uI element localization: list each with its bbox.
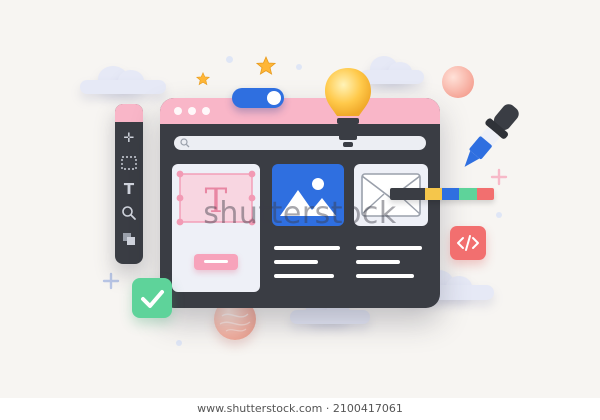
sphere-decoration xyxy=(442,66,474,98)
lightbulb-icon xyxy=(325,68,371,147)
checkmark-icon xyxy=(141,290,164,308)
cloud-top-left xyxy=(80,66,166,94)
content-line xyxy=(274,260,318,264)
footer-bar: www.shutterstock.com · 2100417061 xyxy=(0,398,600,420)
content-line xyxy=(274,246,340,250)
window-dot[interactable] xyxy=(174,107,182,115)
watermark: shutterstock xyxy=(203,196,397,231)
content-line xyxy=(356,274,414,278)
content-line xyxy=(274,274,334,278)
tools-panel: ✛ T xyxy=(115,104,143,264)
search-input[interactable] xyxy=(174,136,426,150)
content-line xyxy=(356,260,400,264)
content-line xyxy=(356,246,422,250)
code-icon xyxy=(457,235,479,251)
select-tool-icon[interactable] xyxy=(119,154,139,172)
card-button[interactable] xyxy=(194,254,238,270)
toggle-knob xyxy=(267,91,281,105)
bubble-decoration xyxy=(176,340,182,346)
tools-panel-header xyxy=(115,104,143,122)
window-dot[interactable] xyxy=(188,107,196,115)
window-dot[interactable] xyxy=(202,107,210,115)
search-icon xyxy=(180,138,190,148)
move-tool-icon[interactable]: ✛ xyxy=(119,130,139,148)
check-badge[interactable] xyxy=(132,278,172,318)
footer-url: www.shutterstock.com · 2100417061 xyxy=(197,402,403,415)
layers-tool-icon[interactable] xyxy=(119,230,139,248)
eyedropper-icon xyxy=(464,104,519,167)
code-badge[interactable] xyxy=(450,226,486,260)
plus-decoration-icon xyxy=(102,272,120,290)
bubble-decoration xyxy=(296,64,302,70)
toggle-switch[interactable] xyxy=(232,88,284,108)
window-titlebar xyxy=(160,98,440,124)
star-icon xyxy=(256,56,276,75)
bubble-decoration xyxy=(226,56,233,63)
star-small-icon xyxy=(196,72,210,86)
